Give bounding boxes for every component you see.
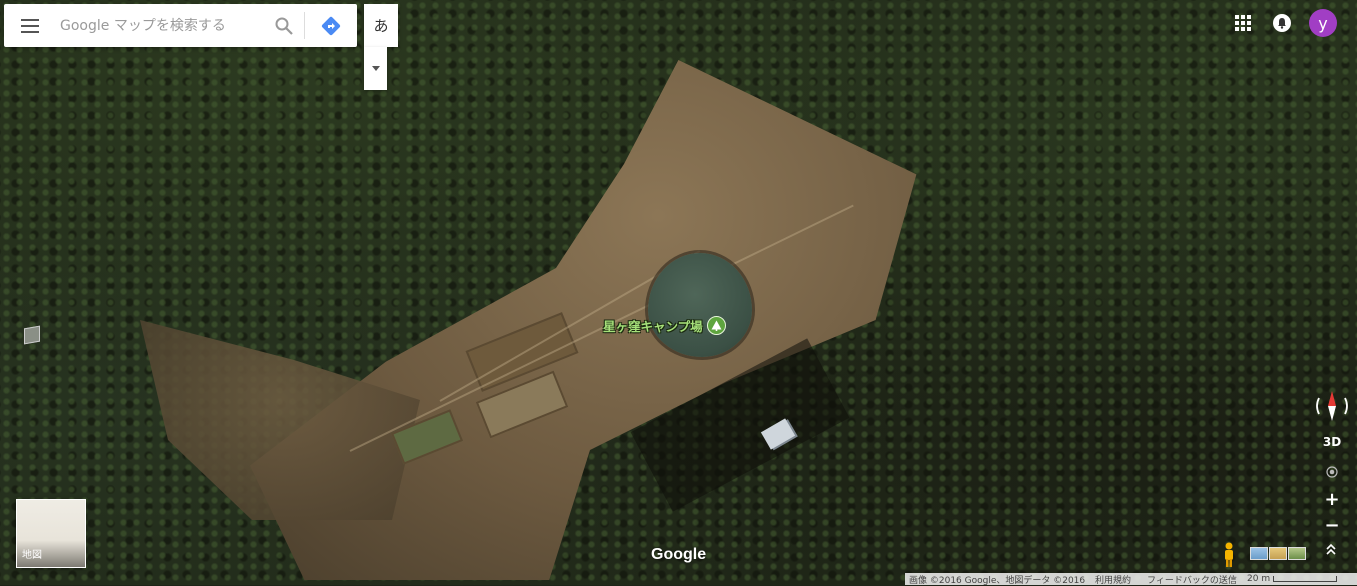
satellite-map[interactable]: 星ヶ窪キャンプ場 — [0, 0, 1357, 585]
search-button[interactable] — [264, 4, 304, 47]
3d-toggle-button[interactable]: 3D — [1318, 429, 1346, 455]
expand-icon — [1326, 543, 1336, 555]
ime-dropdown-button[interactable] — [364, 47, 387, 90]
pond — [648, 253, 752, 357]
expand-button[interactable] — [1322, 543, 1340, 563]
directions-icon — [321, 16, 341, 35]
menu-button[interactable] — [4, 4, 56, 47]
photo-marker[interactable] — [24, 325, 40, 345]
campground-icon[interactable] — [706, 316, 726, 335]
notifications-icon — [1273, 14, 1291, 32]
my-location-button[interactable] — [1318, 459, 1346, 485]
dropdown-arrow-icon — [371, 66, 380, 71]
scale-control[interactable]: 20 m — [1247, 574, 1338, 584]
search-input[interactable] — [56, 10, 264, 41]
zoom-out-button[interactable]: − — [1318, 512, 1346, 538]
google-logo: Google — [651, 546, 707, 563]
search-box — [4, 4, 357, 47]
menu-icon — [21, 18, 39, 33]
ime-toggle-button[interactable]: あ — [364, 4, 398, 47]
notifications-button[interactable] — [1271, 12, 1293, 34]
clearing-area-lower — [140, 320, 420, 520]
search-icon — [275, 17, 293, 35]
compass-icon — [1316, 391, 1348, 421]
terms-link[interactable]: 利用規約 — [1095, 573, 1147, 586]
footer-bar: 画像 ©2016 Google、地図データ ©2016 利用規約 フィードバック… — [905, 573, 1357, 586]
account-bar: y — [1231, 9, 1337, 37]
scale-bar — [1273, 576, 1338, 582]
feedback-link[interactable]: フィードバックの送信 — [1147, 573, 1247, 586]
my-location-icon — [1326, 466, 1338, 478]
poi-label[interactable]: 星ヶ窪キャンプ場 — [603, 316, 703, 335]
zoom-in-button[interactable]: + — [1318, 486, 1346, 512]
poi-campground[interactable]: 星ヶ窪キャンプ場 — [603, 316, 726, 335]
compass-control[interactable] — [1312, 389, 1352, 423]
imagery-thumbnail[interactable] — [1288, 547, 1306, 560]
map-layer-switcher[interactable]: 地図 — [16, 499, 86, 568]
layer-card-label: 地図 — [22, 550, 42, 561]
directions-button[interactable] — [305, 4, 357, 47]
attribution-text: 画像 ©2016 Google、地図データ ©2016 — [909, 575, 1086, 586]
imagery-thumbnail[interactable] — [1250, 547, 1268, 560]
scale-label: 20 m — [1247, 574, 1271, 584]
apps-icon[interactable] — [1231, 11, 1255, 35]
pegman-button[interactable] — [1219, 541, 1239, 569]
pegman-icon — [1225, 542, 1233, 567]
imagery-thumbnail[interactable] — [1269, 547, 1287, 560]
avatar[interactable]: y — [1309, 9, 1337, 37]
